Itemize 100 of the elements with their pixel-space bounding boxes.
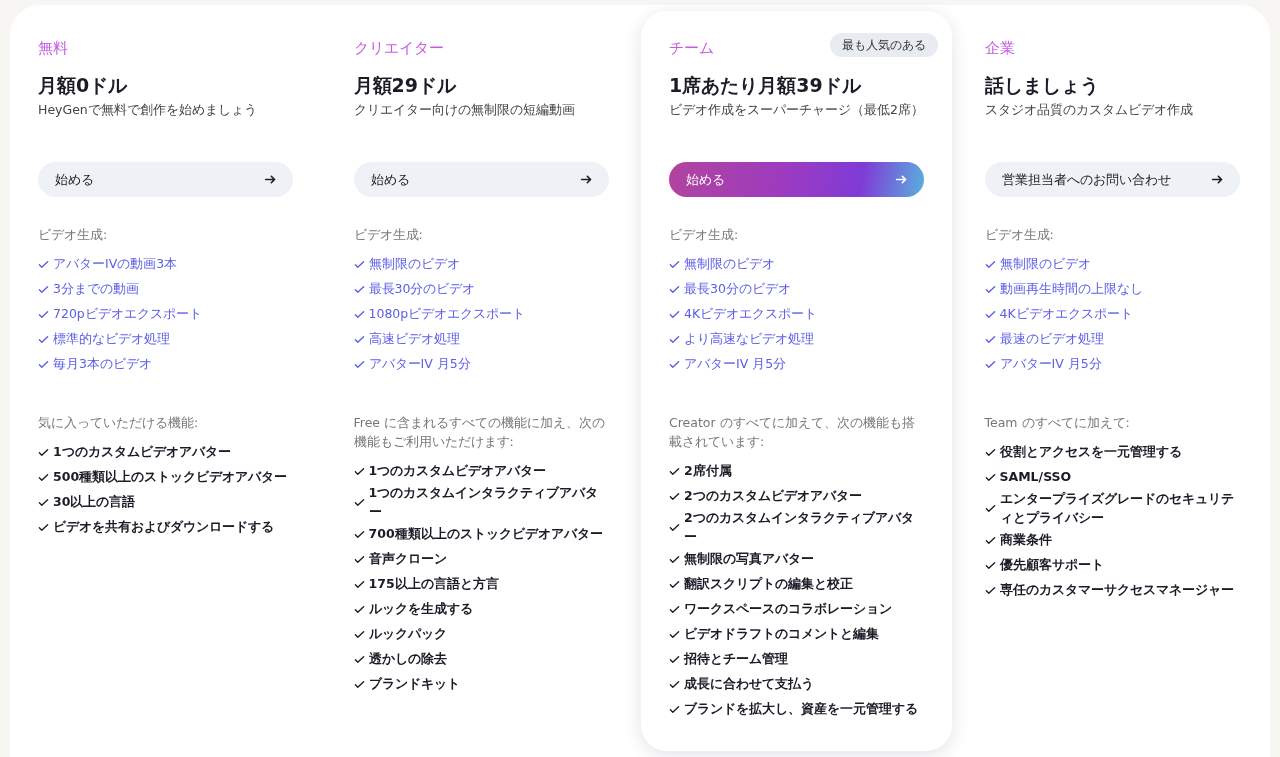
feature-text: ブランドキット	[368, 674, 460, 693]
feature-text: 2席付属	[684, 462, 732, 481]
check-icon	[984, 503, 996, 515]
plan-description: HeyGenで無料で創作を始めましょう	[38, 102, 258, 118]
check-icon	[353, 466, 365, 477]
feature-text: ワークスペースのコラボレーション	[684, 599, 892, 618]
check-icon	[38, 309, 49, 320]
check-icon	[353, 309, 365, 320]
feature-text: 720pビデオエクスポート	[53, 305, 202, 324]
feature-text: 商業条件	[999, 530, 1052, 549]
feature-text: 標準的なビデオ処理	[53, 330, 170, 349]
feature-text: ルックを生成する	[368, 599, 473, 618]
plan-price: 1席あたり月額39ドル	[669, 73, 862, 98]
feature-text: ブランドを拡大し、資産を一元管理する	[684, 699, 918, 718]
check-icon	[669, 359, 680, 370]
feature-text: 4Kビデオエクスポート	[684, 305, 818, 324]
check-icon	[353, 603, 365, 615]
feature-text: 翻訳スクリプトの編集と校正	[684, 574, 853, 593]
check-icon	[669, 259, 680, 270]
feature-text: ビデオドラフトのコメントと編集	[684, 624, 879, 643]
check-icon	[669, 309, 680, 320]
check-icon	[669, 284, 680, 295]
feature-text: ルックパック	[368, 624, 447, 643]
section-heading: ビデオ生成:	[38, 226, 109, 244]
check-icon	[353, 334, 365, 345]
feature-text: 透かしの除去	[368, 649, 447, 668]
arrow-icon	[895, 173, 908, 186]
plan-name: チーム	[669, 38, 714, 59]
plan-price: 月額29ドル	[353, 73, 457, 98]
feature-text: 無制限のビデオ	[368, 255, 460, 274]
arrow-icon	[579, 173, 593, 186]
check-icon	[984, 259, 996, 270]
check-icon	[669, 653, 680, 665]
feature-text: 2つのカスタムインタラクティブアバター	[684, 509, 915, 546]
feature-text: 無制限のビデオ	[684, 255, 775, 274]
check-icon	[353, 628, 365, 640]
section-heading: ビデオ生成:	[984, 226, 1055, 244]
feature-text: 700種類以上のストックビデオアバター	[368, 524, 603, 543]
plan-description: ビデオ作成をスーパーチャージ（最低2席）	[669, 102, 924, 118]
feature-text: アバターIV 月5分	[368, 355, 471, 374]
feature-text: 30以上の言語	[53, 493, 136, 512]
feature-text: 175以上の言語と方言	[368, 574, 499, 593]
check-icon	[669, 334, 680, 345]
plan-description: スタジオ品質のカスタムビデオ作成	[984, 102, 1194, 118]
feature-text: 1つのカスタムビデオアバター	[53, 443, 231, 462]
check-icon	[38, 334, 49, 345]
plan-price: 話しましょう	[984, 73, 1100, 98]
check-icon	[353, 578, 365, 590]
check-icon	[984, 359, 996, 370]
feature-text: 優先顧客サポート	[999, 555, 1104, 574]
check-icon	[38, 497, 49, 508]
check-icon	[669, 678, 680, 690]
feature-text: 音声クローン	[368, 549, 447, 568]
plan-description: クリエイター向けの無制限の短編動画	[353, 102, 576, 118]
check-icon	[669, 578, 680, 590]
start-button[interactable]: 営業担当者へのお問い合わせ	[984, 162, 1240, 197]
check-icon	[353, 497, 365, 509]
section-heading: ビデオ生成:	[353, 226, 424, 244]
start-button[interactable]: 始める	[669, 162, 924, 197]
check-icon	[353, 653, 365, 665]
feature-text: より高速なビデオ処理	[684, 330, 814, 349]
check-icon	[669, 603, 680, 615]
arrow-icon	[264, 173, 277, 186]
section-heading: Free に含まれるすべての機能に加え、次の機能もご利用いただけます:	[353, 414, 606, 451]
section-heading: 気に入っていただける機能:	[38, 414, 200, 432]
check-icon	[669, 522, 680, 534]
feature-text: ビデオを共有およびダウンロードする	[53, 518, 274, 537]
arrow-icon	[1210, 173, 1224, 186]
feature-text: アバターIV 月5分	[999, 355, 1102, 374]
feature-text: 最長30分のビデオ	[684, 280, 791, 299]
check-icon	[38, 359, 49, 370]
check-icon	[984, 447, 996, 458]
feature-text: エンタープライズグレードのセキュリティとプライバシー	[999, 490, 1235, 527]
check-icon	[669, 628, 680, 640]
feature-text: アバターIVの動画3本	[53, 255, 178, 274]
check-icon	[984, 534, 996, 546]
feature-text: 役割とアクセスを一元管理する	[999, 443, 1182, 462]
feature-text: 1つのカスタムインタラクティブアバター	[368, 484, 600, 521]
feature-text: 最長30分のビデオ	[368, 280, 476, 299]
check-icon	[353, 528, 365, 540]
feature-text: 成長に合わせて支払う	[684, 674, 814, 693]
plan-name: クリエイター	[353, 38, 444, 59]
check-icon	[984, 472, 996, 483]
start-button[interactable]: 始める	[38, 162, 293, 197]
check-icon	[669, 553, 680, 565]
check-icon	[984, 334, 996, 345]
section-heading: ビデオ生成:	[669, 226, 740, 244]
section-heading: Creator のすべてに加えて、次の機能も搭載されています:	[669, 414, 916, 451]
feature-text: 無制限の写真アバター	[684, 549, 814, 568]
feature-text: 動画再生時間の上限なし	[999, 280, 1143, 299]
check-icon	[38, 284, 49, 295]
popular-badge: 最も人気のある	[830, 33, 938, 57]
feature-text: 4Kビデオエクスポート	[999, 305, 1133, 324]
feature-text: 500種類以上のストックビデオアバター	[53, 468, 288, 487]
check-icon	[38, 259, 49, 270]
start-button[interactable]: 始める	[353, 162, 609, 197]
feature-text: 最速のビデオ処理	[999, 330, 1104, 349]
check-icon	[353, 259, 365, 270]
check-icon	[353, 359, 365, 370]
feature-text: 無制限のビデオ	[999, 255, 1091, 274]
